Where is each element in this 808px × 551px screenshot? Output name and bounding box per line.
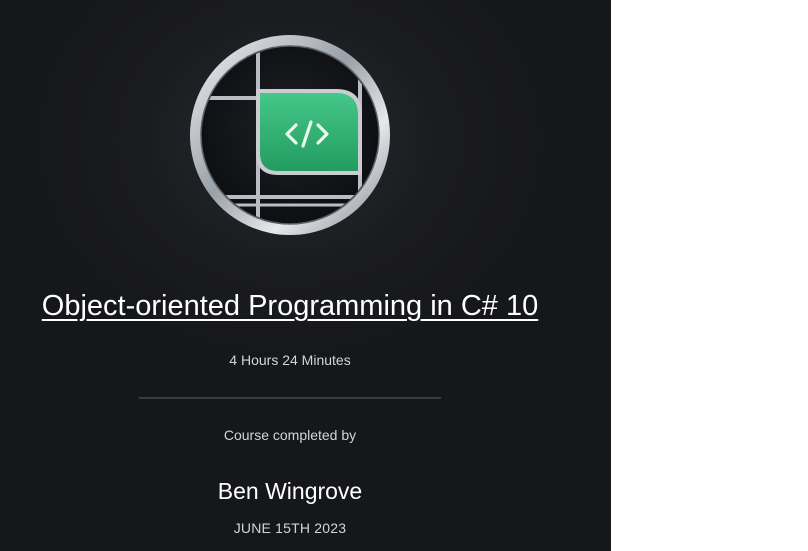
blank-panel [611,0,808,551]
code-brackets-icon [190,35,390,235]
completion-date: JUNE 15TH 2023 [233,520,347,536]
course-title-link[interactable]: Object-oriented Programming in C# 10 [0,286,580,326]
learner-name: Ben Wingrove [217,478,363,504]
divider [139,397,441,399]
course-badge [186,31,394,239]
completed-by-label: Course completed by [223,427,357,443]
course-duration: 4 Hours 24 Minutes [229,352,351,368]
certificate-card: Object-oriented Programming in C# 10 4 H… [0,0,611,551]
